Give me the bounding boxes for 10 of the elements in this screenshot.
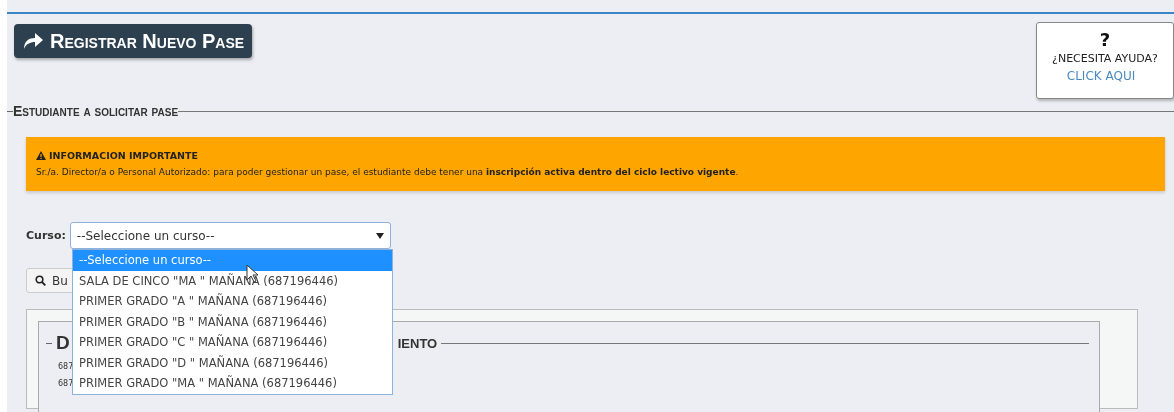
alert-title: INFORMACION IMPORTANTE xyxy=(49,150,198,161)
data-text: 687 xyxy=(58,362,74,371)
course-label: Curso: xyxy=(26,229,66,242)
section-legend: Estudiante a solicitar pase xyxy=(13,103,179,119)
help-question-mark: ? xyxy=(1099,31,1111,49)
fieldset-legend-end: IENTO xyxy=(397,335,438,351)
alert-message: Sr./a. Director/a o Personal Autorizado: para poder gestionar un pase, el estudiante debe tener una inscripción activa dentro del ciclo lectivo vigente. xyxy=(36,167,740,177)
help-label: ¿NECESITA AYUDA? xyxy=(1052,52,1158,65)
fieldset-legend-start: D xyxy=(56,332,70,354)
data-text: 687 xyxy=(58,379,74,388)
